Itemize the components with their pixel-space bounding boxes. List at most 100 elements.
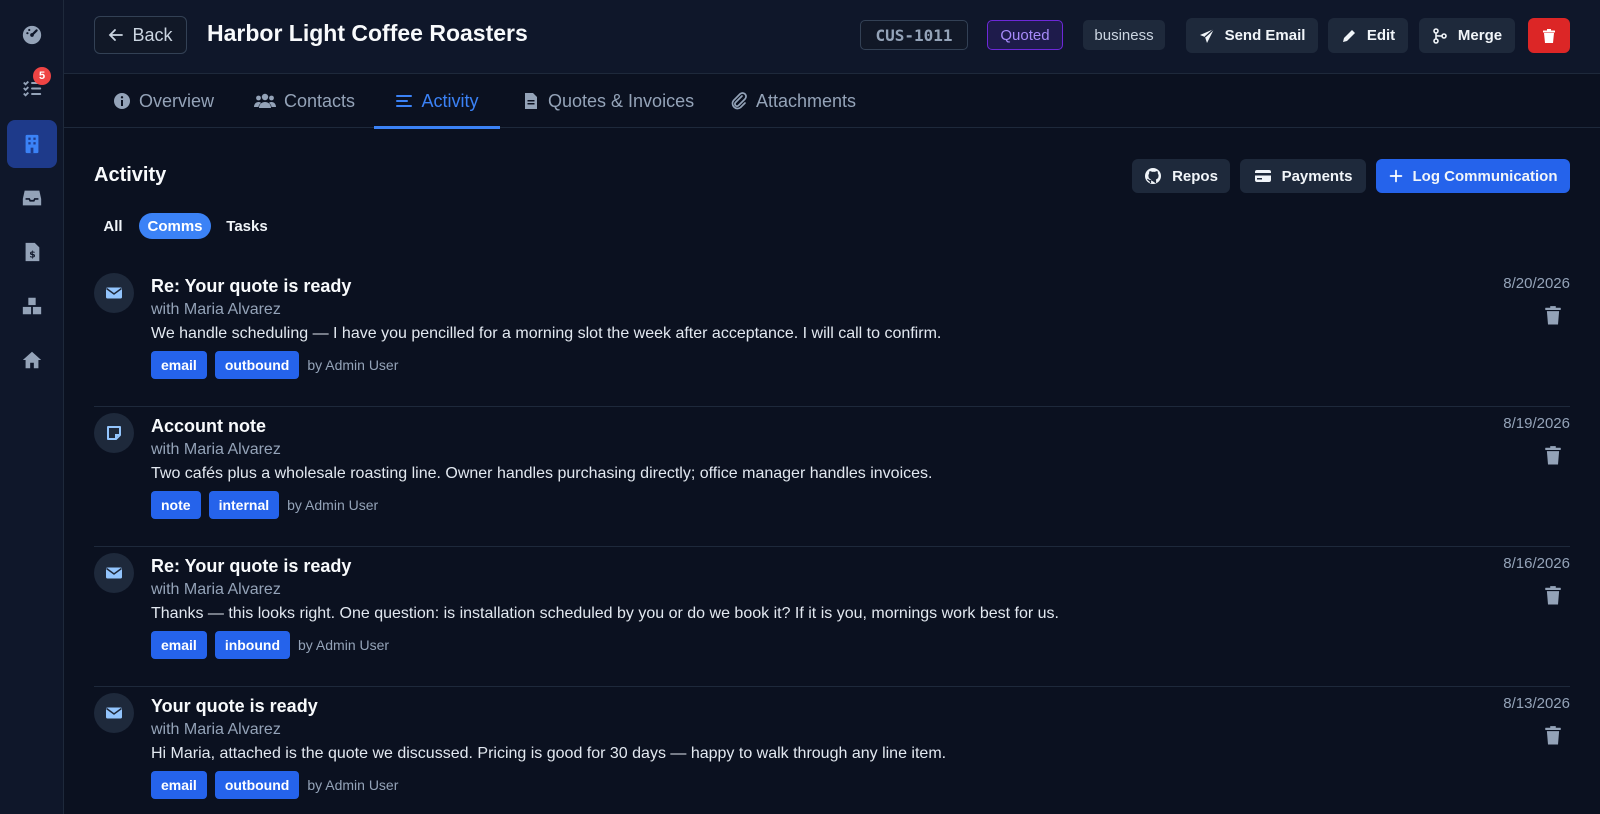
activity-tags: email outbound by Admin User [151, 771, 398, 799]
back-button[interactable]: Back [94, 16, 187, 54]
home-icon [22, 351, 42, 369]
activity-date: 8/16/2026 [1503, 555, 1570, 572]
delete-activity-trash-icon[interactable] [1544, 305, 1562, 325]
document-icon [525, 93, 537, 109]
activity-item: Re: Your quote is ready with Maria Alvar… [94, 547, 1570, 687]
activity-contact: with Maria Alvarez [151, 581, 281, 598]
tag: note [151, 491, 201, 519]
status-badge: Quoted [987, 20, 1063, 50]
activity-body: Two cafés plus a wholesale roasting line… [151, 465, 933, 482]
paperclip-icon [731, 92, 747, 110]
envelope-icon [106, 707, 122, 719]
sidebar-item-customers[interactable] [7, 120, 57, 168]
delete-activity-trash-icon[interactable] [1544, 445, 1562, 465]
tab-attachments-label: Attachments [756, 90, 857, 111]
arrow-left-icon [109, 29, 124, 41]
log-communication-button[interactable]: Log Communication [1376, 159, 1570, 193]
activity-item: Your quote is ready with Maria Alvarez H… [94, 687, 1570, 814]
activity-item: Account note with Maria Alvarez Two café… [94, 407, 1570, 547]
tag: outbound [214, 351, 300, 379]
activity-item: Re: Your quote is ready with Maria Alvar… [94, 267, 1570, 407]
envelope-icon [106, 287, 122, 299]
send-email-label: Send Email [1224, 27, 1306, 44]
activity-type-badge [94, 273, 134, 313]
sticky-note-icon [107, 426, 121, 440]
tag: email [151, 351, 207, 379]
activity-author: by Admin User [298, 637, 390, 653]
activity-title: Account note [151, 416, 266, 436]
inbox-icon [22, 190, 42, 206]
delete-activity-trash-icon[interactable] [1544, 725, 1562, 745]
activity-author: by Admin User [307, 777, 399, 793]
log-communication-label: Log Communication [1412, 167, 1558, 185]
tab-quotes-invoices[interactable]: Quotes & Invoices [522, 74, 694, 128]
tab-attachments[interactable]: Attachments [730, 74, 856, 128]
repos-label: Repos [1172, 167, 1218, 185]
customer-id-badge: CUS-1011 [860, 20, 968, 50]
tab-overview-label: Overview [139, 90, 215, 111]
activity-type-badge [94, 413, 134, 453]
activity-date: 8/20/2026 [1503, 275, 1570, 292]
activity-title: Re: Your quote is ready [151, 276, 352, 296]
tab-activity[interactable]: Activity [374, 74, 500, 129]
filter-all[interactable]: All [94, 213, 132, 239]
send-email-button[interactable]: Send Email [1186, 18, 1318, 53]
customer-type-badge: business [1083, 20, 1165, 50]
payments-label: Payments [1281, 167, 1353, 185]
edit-label: Edit [1366, 27, 1396, 44]
activity-contact: with Maria Alvarez [151, 441, 281, 458]
payments-button[interactable]: Payments [1240, 159, 1366, 193]
active-tab-indicator [374, 126, 500, 129]
github-icon [1145, 168, 1162, 184]
tag: email [151, 631, 207, 659]
activity-tags: email inbound by Admin User [151, 631, 389, 659]
delete-activity-trash-icon[interactable] [1544, 585, 1562, 605]
activity-section-title: Activity [94, 164, 167, 186]
edit-button[interactable]: Edit [1328, 18, 1408, 53]
tasks-count-badge: 5 [33, 67, 51, 85]
activity-contact: with Maria Alvarez [151, 301, 281, 318]
building-icon [25, 134, 39, 154]
list-icon [396, 95, 413, 107]
sidebar: 5 $ [0, 0, 64, 814]
merge-label: Merge [1457, 27, 1503, 44]
dashboard-gauge-icon [22, 25, 42, 45]
svg-text:$: $ [29, 250, 35, 261]
activity-body: Hi Maria, attached is the quote we discu… [151, 745, 947, 762]
repos-button[interactable]: Repos [1132, 159, 1230, 193]
page-title: Harbor Light Coffee Roasters [207, 20, 528, 46]
sidebar-item-invoices[interactable]: $ [7, 228, 57, 276]
delete-button[interactable] [1528, 18, 1570, 53]
activity-date: 8/13/2026 [1503, 695, 1570, 712]
merge-button[interactable]: Merge [1419, 18, 1515, 53]
filter-tasks[interactable]: Tasks [218, 213, 276, 239]
trash-icon [1543, 28, 1555, 43]
tag: inbound [214, 631, 291, 659]
envelope-icon [106, 567, 122, 579]
sidebar-item-inventory[interactable] [7, 282, 57, 330]
activity-tags: email outbound by Admin User [151, 351, 398, 379]
tag: email [151, 771, 207, 799]
activity-body: Thanks — this looks right. One question:… [151, 605, 1059, 622]
tab-contacts[interactable]: Contacts [254, 74, 355, 128]
plus-icon [1389, 169, 1402, 183]
activity-type-badge [94, 553, 134, 593]
tab-contacts-label: Contacts [284, 90, 356, 111]
activity-author: by Admin User [287, 497, 379, 513]
invoice-file-icon: $ [25, 242, 40, 262]
activity-title: Re: Your quote is ready [151, 556, 352, 576]
merge-icon [1433, 27, 1447, 44]
tab-bar: Overview Contacts Activity Quotes & Invo… [64, 74, 1600, 129]
sidebar-item-inbox[interactable] [7, 174, 57, 222]
back-label: Back [132, 24, 173, 45]
sidebar-item-home[interactable] [7, 336, 57, 384]
filter-comms[interactable]: Comms [139, 213, 211, 239]
sidebar-item-tasks[interactable]: 5 [7, 64, 57, 112]
sidebar-item-dashboard[interactable] [7, 11, 57, 59]
users-icon [254, 93, 276, 108]
activity-date: 8/19/2026 [1503, 415, 1570, 432]
activity-tags: note internal by Admin User [151, 491, 378, 519]
tab-overview[interactable]: Overview [113, 74, 214, 128]
page-header: Back Harbor Light Coffee Roasters CUS-10… [64, 0, 1600, 74]
tab-quotes-label: Quotes & Invoices [548, 90, 695, 111]
